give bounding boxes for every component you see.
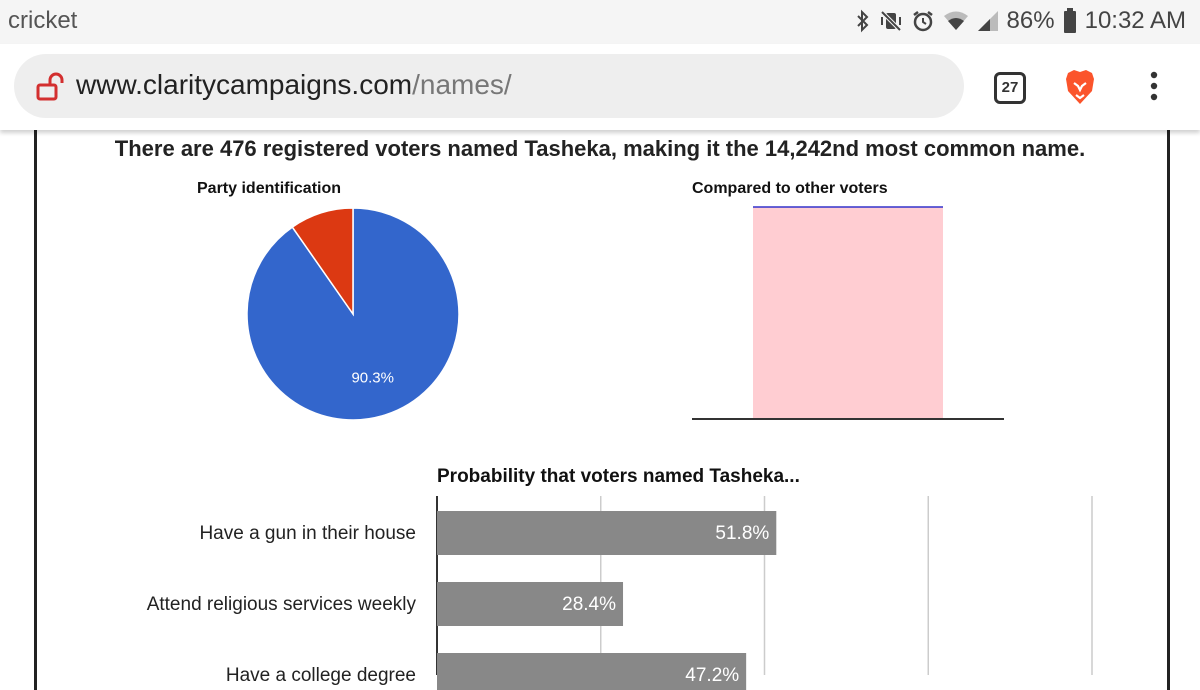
party-pie-chart: 90.3% [246,207,460,421]
bar-value-label: 28.4% [562,594,616,615]
wifi-icon [943,11,968,30]
url-text[interactable]: www.claritycampaigns.com/names/ [76,69,512,101]
unlocked-icon[interactable] [36,72,64,102]
url-domain: www.claritycampaigns.com [76,69,413,100]
pie-chart-title: Party identification [197,180,342,197]
tab-count-button[interactable]: 27 [994,72,1026,104]
status-icons: 86% 10:32 AM [855,6,1186,36]
vibrate-mute-icon [880,10,901,32]
alarm-icon [912,11,933,32]
address-bar[interactable]: www.claritycampaigns.com/names/ [14,54,964,118]
battery-percent: 86% [1006,7,1055,34]
bar-chart-title: Probability that voters named Tasheka... [437,466,800,487]
compare-chart-title: Compared to other voters [692,180,888,197]
battery-icon [1063,8,1076,33]
browser-toolbar: www.claritycampaigns.com/names/ 27 [0,44,1200,130]
overflow-menu-icon[interactable] [1143,71,1165,103]
pie-slice-label: 90.3% [351,370,394,387]
probability-bar-chart: 51.8% Have a gun in their house 28.4% Atten… [147,496,1093,690]
bar-value-label: 47.2% [685,665,739,686]
status-bar: cricket 86% 10:32 AM [0,0,1200,44]
url-path: /names/ [412,69,512,100]
bar-category-label: Have a gun in their house [199,523,416,544]
bluetooth-icon [856,9,868,33]
carrier-name: cricket [8,7,78,34]
compare-fill-area [753,207,943,419]
bar-value-label: 51.8% [715,523,769,544]
clock-time: 10:32 AM [1084,7,1186,34]
bar-category-label: Have a college degree [226,665,416,686]
compare-chart [692,206,1004,420]
signal-icon [977,11,998,31]
bar-category-label: Attend religious services weekly [147,594,417,615]
brave-lion-icon[interactable] [1064,69,1096,105]
page-headline: There are 476 registered voters named Ta… [114,136,1086,161]
